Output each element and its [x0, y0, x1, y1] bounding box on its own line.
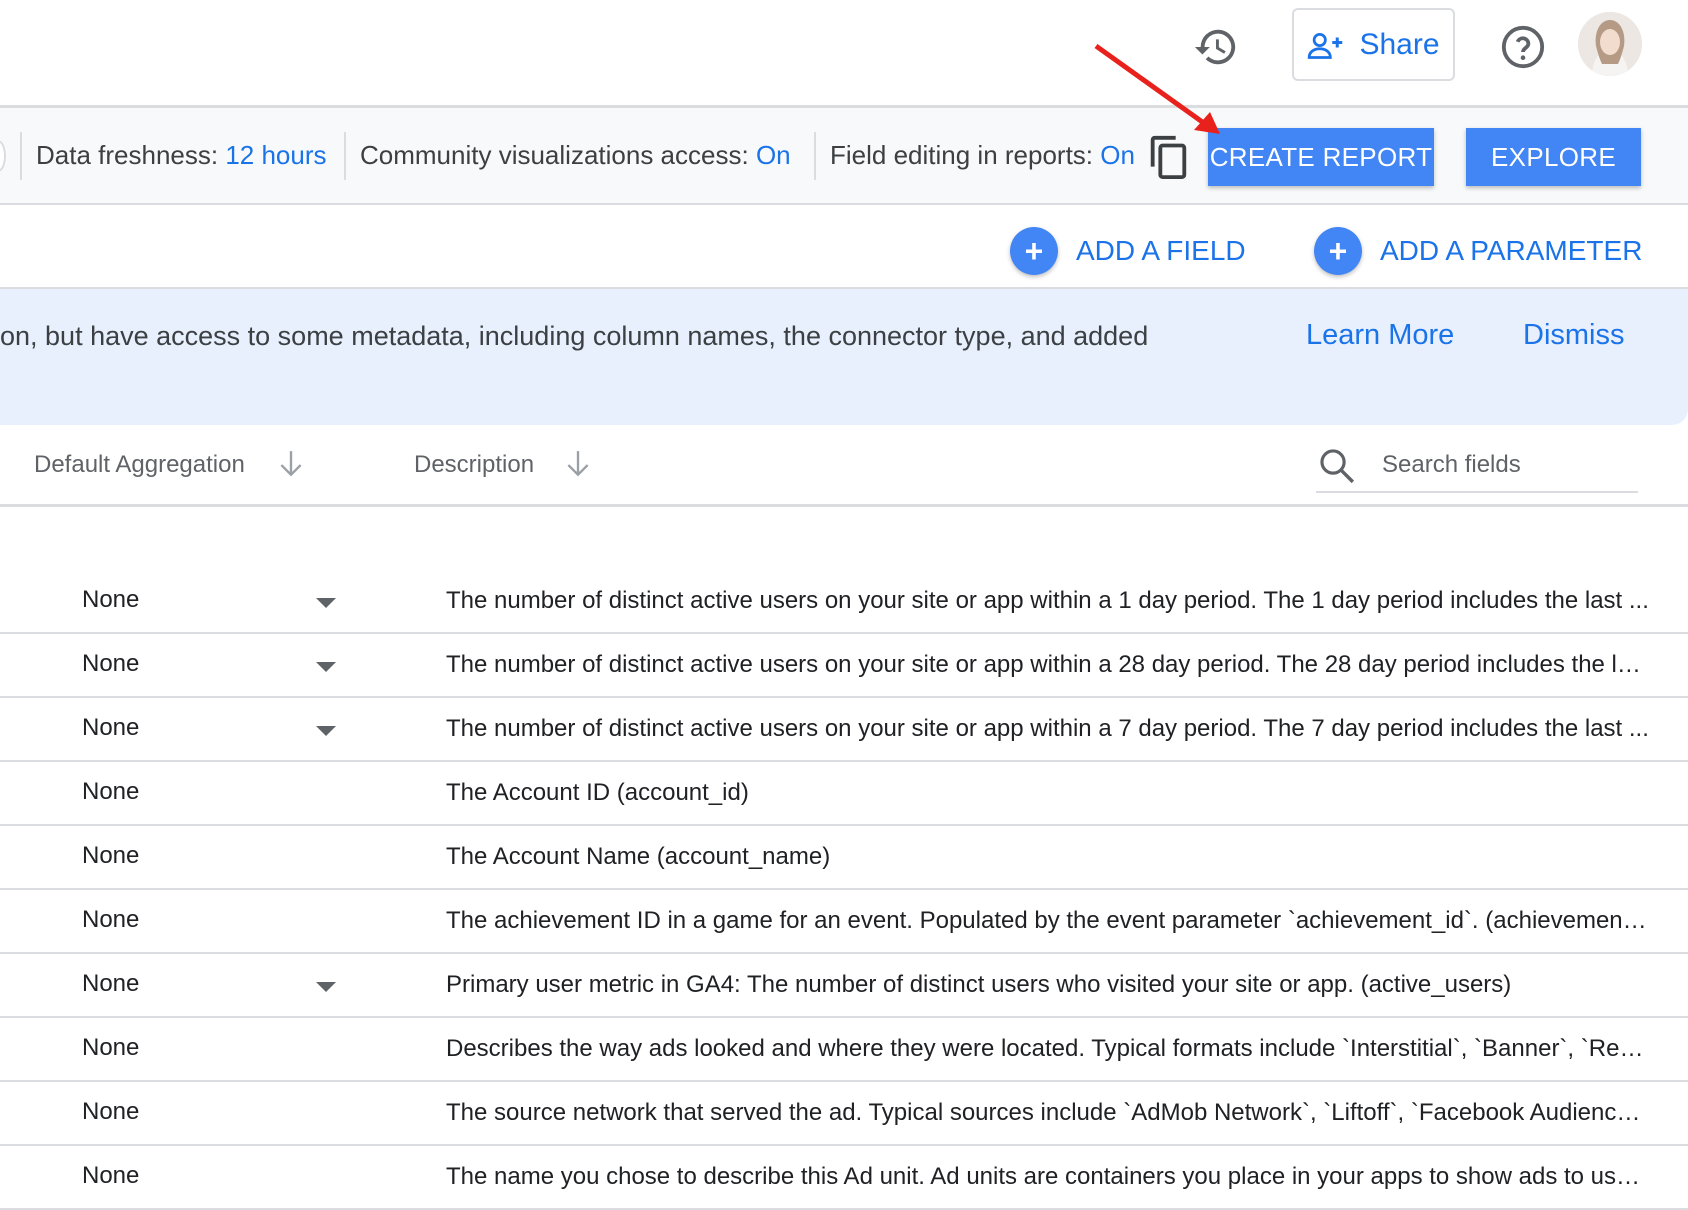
field-description[interactable]: Primary user metric in GA4: The number o… — [446, 971, 1650, 999]
community-label: Community visualizations access: — [360, 140, 749, 170]
aggregation-value[interactable]: None — [82, 586, 139, 614]
banner-message: on, but have access to some metadata, in… — [0, 321, 1149, 351]
dropdown-arrow-icon[interactable] — [316, 982, 336, 992]
plus-icon: + — [1314, 227, 1362, 275]
table-row[interactable]: None The number of distinct active users … — [0, 570, 1688, 634]
info-banner: on, but have access to some metadata, in… — [0, 289, 1688, 425]
sort-arrow-icon[interactable] — [565, 449, 591, 479]
dropdown-arrow-icon[interactable] — [316, 662, 336, 672]
avatar[interactable] — [1578, 12, 1642, 76]
column-header-aggregation[interactable]: Default Aggregation — [34, 451, 245, 479]
field-description[interactable]: The number of distinct active users on y… — [446, 715, 1650, 743]
field-description[interactable]: The source network that served the ad. T… — [446, 1099, 1650, 1127]
fields-table-header: Default Aggregation Description — [0, 425, 1688, 507]
aggregation-value[interactable]: None — [82, 650, 139, 678]
toggle-edge — [0, 140, 6, 172]
divider — [814, 132, 816, 180]
history-icon[interactable] — [1193, 24, 1239, 70]
copy-icon[interactable] — [1148, 134, 1188, 180]
share-label: Share — [1359, 27, 1440, 61]
dismiss-button[interactable]: Dismiss — [1523, 319, 1625, 352]
field-description[interactable]: Describes the way ads looked and where t… — [446, 1035, 1650, 1063]
divider — [344, 132, 346, 180]
aggregation-value: None — [82, 778, 140, 805]
aggregation-value: None — [82, 1098, 140, 1125]
table-row[interactable]: None Describes the way ads looked and whe… — [0, 1018, 1688, 1082]
aggregation-value[interactable]: None — [82, 714, 139, 742]
field-editing-value[interactable]: On — [1100, 140, 1135, 170]
field-description[interactable]: The Account Name (account_name) — [446, 843, 1650, 871]
field-editing-label: Field editing in reports: — [830, 140, 1094, 170]
table-row[interactable]: None Primary user metric in GA4: The numb… — [0, 954, 1688, 1018]
dropdown-arrow-icon[interactable] — [316, 726, 336, 736]
fields-table-body: None The number of distinct active users … — [0, 570, 1688, 1210]
data-source-info-bar: Data freshness: 12 hours Community visua… — [0, 108, 1688, 205]
dropdown-arrow-icon[interactable] — [316, 598, 336, 608]
table-row[interactable]: None The source network that served the a… — [0, 1082, 1688, 1146]
sort-arrow-icon[interactable] — [278, 449, 304, 479]
aggregation-value[interactable]: None — [82, 970, 139, 998]
table-row[interactable]: None The Account ID (account_id) — [0, 762, 1688, 826]
field-description[interactable]: The Account ID (account_id) — [446, 779, 1650, 807]
data-freshness-label: Data freshness: — [36, 140, 219, 170]
community-value[interactable]: On — [756, 140, 791, 170]
add-field-label: ADD A FIELD — [1076, 235, 1246, 266]
field-description[interactable]: The number of distinct active users on y… — [446, 587, 1650, 615]
aggregation-value: None — [82, 906, 140, 933]
add-parameter-button[interactable]: + ADD A PARAMETER — [1314, 227, 1642, 275]
table-row[interactable]: None The Account Name (account_name) — [0, 826, 1688, 890]
table-row[interactable]: None The achievement ID in a game for an … — [0, 890, 1688, 954]
field-actions-row: + ADD A FIELD + ADD A PARAMETER — [0, 205, 1688, 289]
table-row[interactable]: None The name you chose to describe this … — [0, 1146, 1688, 1210]
top-bar: Share — [0, 0, 1688, 108]
data-freshness[interactable]: Data freshness: 12 hours — [36, 140, 327, 171]
field-description[interactable]: The number of distinct active users on y… — [446, 651, 1650, 679]
search-field — [1316, 443, 1638, 493]
search-icon — [1320, 449, 1355, 484]
column-header-description[interactable]: Description — [414, 451, 534, 479]
field-description[interactable]: The achievement ID in a game for an even… — [446, 907, 1650, 935]
search-input[interactable] — [1382, 447, 1632, 483]
field-description[interactable]: The name you chose to describe this Ad u… — [446, 1163, 1650, 1191]
divider — [20, 132, 22, 180]
add-parameter-label: ADD A PARAMETER — [1380, 235, 1643, 266]
plus-icon: + — [1010, 227, 1058, 275]
explore-button[interactable]: EXPLORE — [1466, 128, 1641, 186]
help-icon[interactable] — [1500, 24, 1546, 70]
data-freshness-value[interactable]: 12 hours — [225, 140, 326, 170]
aggregation-value: None — [82, 1034, 140, 1061]
community-visualizations[interactable]: Community visualizations access: On — [360, 140, 791, 171]
aggregation-value: None — [82, 842, 140, 869]
table-row[interactable]: None The number of distinct active users … — [0, 698, 1688, 762]
add-field-button[interactable]: + ADD A FIELD — [1010, 227, 1246, 275]
create-report-button[interactable]: CREATE REPORT — [1208, 128, 1434, 186]
table-row[interactable]: None The number of distinct active users … — [0, 634, 1688, 698]
share-button[interactable]: Share — [1292, 8, 1455, 81]
field-editing[interactable]: Field editing in reports: On — [830, 140, 1135, 171]
person-add-icon — [1308, 32, 1343, 59]
aggregation-value: None — [82, 1162, 140, 1189]
user-avatar-icon — [1578, 12, 1642, 76]
learn-more-link[interactable]: Learn More — [1306, 319, 1454, 352]
